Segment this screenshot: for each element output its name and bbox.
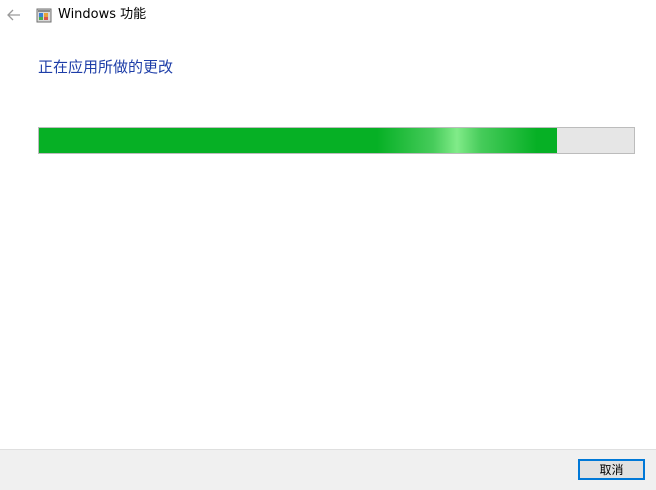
window-title: Windows 功能 <box>58 7 147 22</box>
back-button[interactable] <box>4 5 24 25</box>
progress-bar <box>38 127 635 154</box>
back-arrow-icon <box>7 9 20 21</box>
dialog-footer: 取消 <box>0 449 656 490</box>
windows-features-dialog: Windows 功能 正在应用所做的更改 取消 <box>0 0 656 490</box>
progress-bar-fill <box>39 128 557 153</box>
cancel-button[interactable]: 取消 <box>578 459 645 480</box>
progress-bar-shine <box>376 128 537 153</box>
page-heading: 正在应用所做的更改 <box>38 58 174 76</box>
windows-features-icon <box>36 8 52 23</box>
title-bar: Windows 功能 <box>0 0 656 32</box>
